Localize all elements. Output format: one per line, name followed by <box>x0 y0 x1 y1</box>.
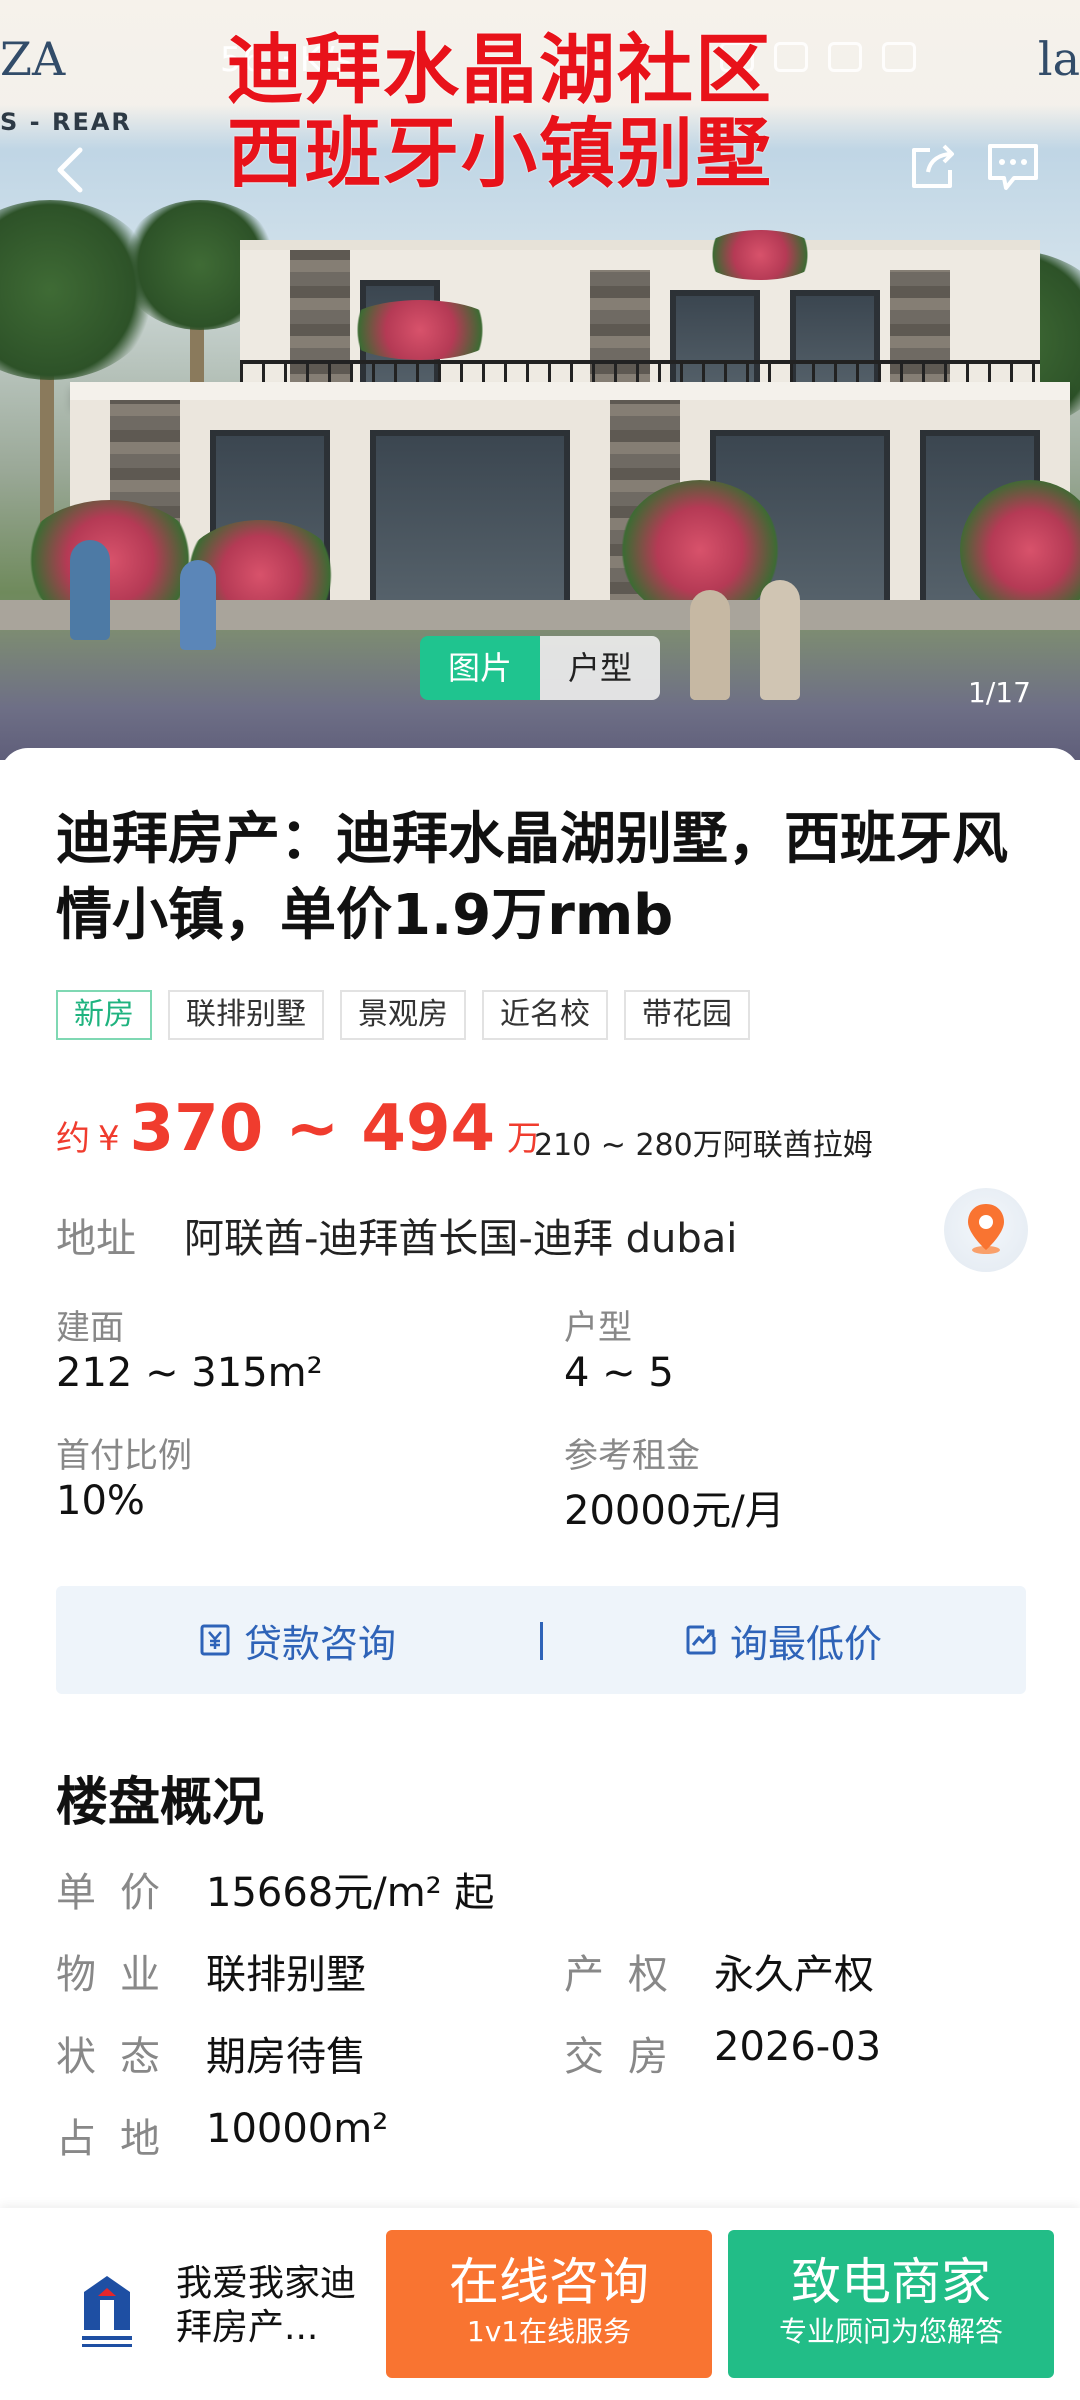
person <box>70 540 110 640</box>
house-logo-icon <box>82 2276 132 2347</box>
flower-bush <box>700 230 820 280</box>
person <box>180 560 216 650</box>
lowest-price-button[interactable]: 询最低价 <box>684 1586 882 1694</box>
online-consult-label: 在线咨询 <box>449 2253 649 2311</box>
agent-logo[interactable] <box>72 2272 142 2352</box>
tag: 联排别墅 <box>168 990 324 1040</box>
overview-label-status: 状态 <box>56 2034 184 2080</box>
call-merchant-sub: 专业顾问为您解答 <box>778 2315 1003 2348</box>
overview-label-delivery: 交房 <box>564 2034 692 2080</box>
overview-label-land: 占地 <box>56 2116 184 2162</box>
call-merchant-button[interactable]: 致电商家 专业顾问为您解答 <box>728 2230 1054 2378</box>
price-row: 约 ¥ 370 ~ 494 万 <box>56 1092 541 1172</box>
spec-downpayment-value: 10% <box>56 1478 145 1524</box>
person <box>690 590 730 700</box>
price-aed: 210 ~ 280万阿联酋拉姆 <box>534 1128 873 1163</box>
listing-title: 迪拜房产：迪拜水晶湖别墅，西班牙风情小镇，单价1.9万rmb <box>56 807 1008 948</box>
villa-window <box>370 430 570 610</box>
hero-overlay-title-line2: 西班牙小镇别墅 <box>227 109 773 198</box>
tab-floorplans[interactable]: 户型 <box>540 636 660 700</box>
chat-icon <box>988 144 1038 190</box>
tag: 带花园 <box>624 990 750 1040</box>
tab-photos[interactable]: 图片 <box>420 636 540 700</box>
overview-label-unit-price: 单价 <box>56 1870 184 1916</box>
share-button[interactable] <box>906 140 960 194</box>
price-range: 370 ~ 494 <box>129 1092 496 1166</box>
overview-value-unit-price: 15668元/m² 起 <box>206 1870 495 1916</box>
spec-area-value: 212 ~ 315m² <box>56 1350 323 1396</box>
hero-overlay-title: 迪拜水晶湖社区 西班牙小镇别墅 <box>200 28 800 196</box>
address-label: 地址 <box>56 1216 136 1262</box>
consult-bar: 贷款咨询 询最低价 <box>56 1586 1026 1694</box>
hero-overlay-title-line1: 迪拜水晶湖社区 <box>227 25 773 114</box>
overview-value-delivery: 2026-03 <box>714 2024 882 2070</box>
brand-logo-left-sub: S - REAR <box>0 108 132 136</box>
battery-icon <box>882 42 916 72</box>
flower-bush <box>340 300 500 360</box>
loan-icon <box>200 1624 230 1656</box>
loan-consult-label: 贷款咨询 <box>244 1621 397 1666</box>
person <box>760 580 800 700</box>
hero-gallery[interactable]: ZA S - REAR la 56.3K/s 迪拜水晶湖社区 西班牙小镇别墅 图… <box>0 0 1080 760</box>
share-icon <box>912 144 954 188</box>
back-button[interactable] <box>48 140 92 200</box>
overview-label-property: 物业 <box>56 1952 184 1998</box>
message-button[interactable] <box>984 140 1042 194</box>
lowest-price-label: 询最低价 <box>730 1621 883 1666</box>
brand-logo-right: la <box>1037 32 1080 86</box>
tag: 景观房 <box>340 990 466 1040</box>
overview-value-property: 联排别墅 <box>206 1952 366 1998</box>
tag: 近名校 <box>482 990 608 1040</box>
wifi-icon <box>828 42 862 72</box>
overview-label-tenure: 产权 <box>564 1952 692 1998</box>
listing-details: 迪拜房产：迪拜水晶湖别墅，西班牙风情小镇，单价1.9万rmb 新房 联排别墅 景… <box>0 748 1080 2208</box>
address-value: 阿联酋-迪拜酋长国-迪拜 dubai <box>184 1216 738 1262</box>
tag: 新房 <box>56 990 152 1040</box>
spec-rent-label: 参考租金 <box>564 1436 700 1476</box>
gallery-counter: 1/17 <box>968 676 1031 709</box>
price-approx-label: 约 <box>56 1119 90 1159</box>
online-consult-button[interactable]: 在线咨询 1v1在线服务 <box>386 2230 712 2378</box>
chevron-left-icon <box>57 147 83 193</box>
tag-list: 新房 联排别墅 景观房 近名校 带花园 <box>56 990 750 1040</box>
agent-name[interactable]: 我爱我家迪拜房产... <box>176 2262 376 2350</box>
overview-value-tenure: 永久产权 <box>714 1952 874 1998</box>
location-pin-icon <box>968 1204 1004 1254</box>
bottom-action-bar: 我爱我家迪拜房产... 在线咨询 1v1在线服务 致电商家 专业顾问为您解答 <box>0 2208 1080 2400</box>
consult-divider <box>540 1622 543 1660</box>
spec-layout-value: 4 ~ 5 <box>564 1350 674 1396</box>
overview-value-status: 期房待售 <box>206 2034 366 2080</box>
spec-layout-label: 户型 <box>564 1308 632 1348</box>
online-consult-sub: 1v1在线服务 <box>466 2315 632 2348</box>
gallery-tabs: 图片 户型 <box>420 636 660 700</box>
trend-icon <box>686 1625 716 1655</box>
price-currency: ¥ <box>98 1119 120 1159</box>
spec-downpayment-label: 首付比例 <box>56 1436 192 1476</box>
loan-consult-button[interactable]: 贷款咨询 <box>198 1586 396 1694</box>
call-merchant-label: 致电商家 <box>791 2253 991 2311</box>
overview-value-land: 10000m² <box>206 2106 389 2152</box>
brand-logo-left: ZA <box>0 32 66 86</box>
spec-area-label: 建面 <box>56 1308 124 1348</box>
map-button[interactable] <box>944 1188 1028 1272</box>
overview-title: 楼盘概况 <box>56 1773 265 1833</box>
spec-rent-value: 20000元/月 <box>564 1488 785 1534</box>
